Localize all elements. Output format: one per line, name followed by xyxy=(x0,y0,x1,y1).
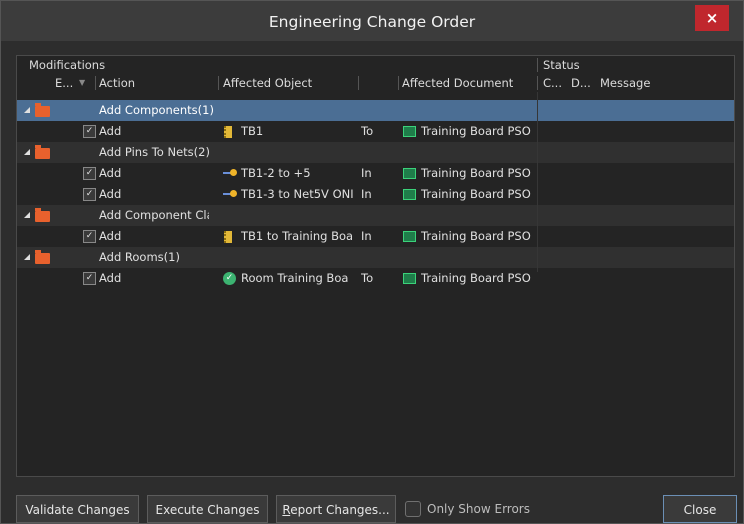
expand-icon[interactable] xyxy=(24,107,30,113)
affected-document: Training Board PSO xyxy=(421,271,531,285)
action-label: Add xyxy=(99,187,122,201)
close-button[interactable]: Close xyxy=(663,495,737,523)
report-changes-button[interactable]: Report Changes... xyxy=(276,495,396,523)
group-row-add-component-class[interactable]: Add Component Cla xyxy=(17,205,734,226)
pcb-document-icon xyxy=(403,273,416,284)
column-done[interactable]: D... xyxy=(571,74,591,92)
status-group-header: Status xyxy=(543,58,580,72)
grid-divider xyxy=(537,92,538,272)
direction-label: In xyxy=(361,229,372,243)
affected-document: Training Board PSO xyxy=(421,124,531,138)
column-action[interactable]: Action xyxy=(99,74,135,92)
direction-label: To xyxy=(361,124,374,138)
action-label: Add xyxy=(99,124,122,138)
affected-document: Training Board PSO xyxy=(421,229,531,243)
enable-checkbox[interactable]: ✓ xyxy=(83,125,96,138)
pcb-document-icon xyxy=(403,189,416,200)
group-label: Add Component Cla xyxy=(99,208,209,222)
change-row[interactable]: ✓ Add TB1-3 to Net5V ONI In Training Boa… xyxy=(17,184,734,205)
change-row[interactable]: ✓ Add ✓ Room Training Boa To Training Bo… xyxy=(17,268,734,289)
pin-icon xyxy=(223,169,237,176)
direction-label: To xyxy=(361,271,374,285)
folder-icon xyxy=(35,250,50,264)
column-affected-object[interactable]: Affected Object xyxy=(223,74,312,92)
group-row-add-components[interactable]: Add Components(1) xyxy=(17,100,734,121)
affected-document: Training Board PSO xyxy=(421,187,531,201)
header-divider xyxy=(537,58,538,72)
action-label: Add xyxy=(99,271,122,285)
header-divider xyxy=(95,76,96,90)
header-divider xyxy=(218,76,219,90)
only-show-errors-label[interactable]: Only Show Errors xyxy=(427,495,530,523)
component-icon xyxy=(224,231,232,243)
change-row[interactable]: ✓ Add TB1 To Training Board PSO xyxy=(17,121,734,142)
only-show-errors-checkbox[interactable] xyxy=(405,501,421,517)
expand-icon[interactable] xyxy=(24,149,30,155)
pcb-document-icon xyxy=(403,126,416,137)
affected-object: Room Training Boa xyxy=(241,271,349,285)
group-label: Add Pins To Nets(2) xyxy=(99,145,210,159)
affected-document: Training Board PSO xyxy=(421,166,531,180)
title-bar: Engineering Change Order × xyxy=(1,1,743,41)
column-enable[interactable]: E... xyxy=(55,74,73,92)
direction-label: In xyxy=(361,166,372,180)
close-window-button[interactable]: × xyxy=(695,5,729,31)
report-label: eport Changes... xyxy=(290,503,390,517)
enable-checkbox[interactable]: ✓ xyxy=(83,188,96,201)
execute-changes-button[interactable]: Execute Changes xyxy=(147,495,268,523)
action-label: Add xyxy=(99,166,122,180)
pin-icon xyxy=(223,190,237,197)
dialog-title: Engineering Change Order xyxy=(268,13,476,31)
enable-checkbox[interactable]: ✓ xyxy=(83,272,96,285)
eco-dialog: Engineering Change Order × Modifications… xyxy=(0,0,744,524)
header-divider xyxy=(398,76,399,90)
column-message[interactable]: Message xyxy=(600,74,650,92)
pcb-document-icon xyxy=(403,231,416,242)
expand-icon[interactable] xyxy=(24,254,30,260)
modifications-group-header: Modifications xyxy=(29,58,106,72)
column-check[interactable]: C... xyxy=(543,74,562,92)
direction-label: In xyxy=(361,187,372,201)
room-check-icon: ✓ xyxy=(223,272,236,285)
group-row-add-rooms[interactable]: Add Rooms(1) xyxy=(17,247,734,268)
affected-object: TB1 xyxy=(241,124,264,138)
header-divider xyxy=(358,76,359,90)
group-row-add-pins-to-nets[interactable]: Add Pins To Nets(2) xyxy=(17,142,734,163)
validate-changes-button[interactable]: Validate Changes xyxy=(16,495,139,523)
affected-object: TB1-3 to Net5V ONI xyxy=(241,187,354,201)
changes-grid: Modifications Status E... ▼ Action Affec… xyxy=(16,55,735,477)
group-label: Add Rooms(1) xyxy=(99,250,180,264)
expand-icon[interactable] xyxy=(24,212,30,218)
header-divider xyxy=(537,76,538,90)
folder-icon xyxy=(35,145,50,159)
folder-icon xyxy=(35,208,50,222)
action-label: Add xyxy=(99,229,122,243)
enable-checkbox[interactable]: ✓ xyxy=(83,167,96,180)
column-affected-document[interactable]: Affected Document xyxy=(402,74,513,92)
enable-checkbox[interactable]: ✓ xyxy=(83,230,96,243)
affected-object: TB1-2 to +5 xyxy=(241,166,311,180)
component-icon xyxy=(224,126,232,138)
change-row[interactable]: ✓ Add TB1 to Training Boa In Training Bo… xyxy=(17,226,734,247)
pcb-document-icon xyxy=(403,168,416,179)
sort-down-icon: ▼ xyxy=(79,78,86,87)
folder-icon xyxy=(35,103,50,117)
change-row[interactable]: ✓ Add TB1-2 to +5 In Training Board PSO xyxy=(17,163,734,184)
group-label: Add Components(1) xyxy=(99,103,214,117)
affected-object: TB1 to Training Boa xyxy=(241,229,354,243)
